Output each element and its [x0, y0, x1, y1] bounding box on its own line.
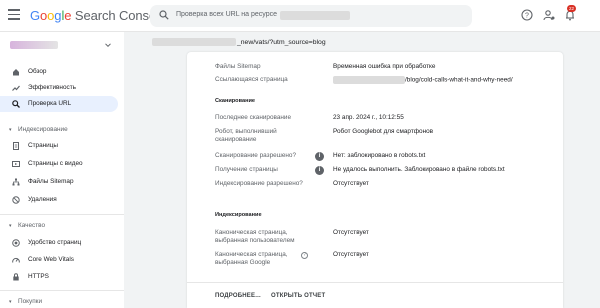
section-title-crawl: Сканирование — [215, 98, 256, 104]
sidebar-item-https[interactable]: HTTPS — [0, 269, 118, 285]
open-report-button[interactable]: ОТКРЫТЬ ОТЧЕТ — [271, 293, 325, 299]
sidebar-item-video-pages[interactable]: Страницы с видео — [0, 156, 118, 172]
redacted-domain — [333, 76, 405, 84]
sidebar: Обзор Эффективность Проверка URL ▾ Индек… — [0, 32, 124, 308]
help-icon[interactable]: ? — [301, 252, 308, 259]
inspection-details-panel: Файлы Sitemap Временная ошибка при обраб… — [187, 52, 563, 308]
lock-icon — [13, 273, 19, 281]
inspected-url: _new/vats/?utm_source=blog — [152, 38, 326, 46]
sitemap-icon — [12, 178, 20, 186]
chevron-down-icon: ▾ — [9, 127, 12, 133]
chevron-down-icon: ▾ — [9, 299, 12, 305]
divider — [0, 214, 124, 215]
chevron-down-icon — [105, 43, 111, 48]
sidebar-item-core-web-vitals[interactable]: Core Web Vitals — [0, 252, 118, 268]
property-selector[interactable] — [10, 40, 111, 50]
url-inspection-search[interactable]: Проверка всех URL на ресурсе — [150, 5, 472, 27]
section-title-indexing: Индексирование — [215, 212, 262, 218]
redacted-domain — [152, 38, 236, 46]
divider — [0, 290, 124, 291]
product-logo[interactable]: Google Search Console — [30, 8, 166, 23]
sidebar-item-removals[interactable]: Удаления — [0, 192, 118, 208]
video-pages-icon — [12, 161, 20, 167]
sidebar-item-page-experience[interactable]: Удобство страниц — [0, 235, 118, 251]
redacted-property — [280, 11, 350, 20]
info-icon[interactable]: i — [315, 166, 324, 175]
trending-icon — [12, 85, 20, 91]
help-icon[interactable]: ? — [521, 9, 533, 21]
sidebar-item-performance[interactable]: Эффективность — [0, 80, 118, 96]
learn-more-button[interactable]: ПОДРОБНЕЕ... — [215, 293, 261, 299]
section-indexing[interactable]: ▾ Индексирование — [0, 124, 118, 136]
section-shopping[interactable]: ▾ Покупки — [0, 296, 118, 308]
top-app-bar: Google Search Console Проверка всех URL … — [0, 0, 600, 32]
redacted-property-name — [10, 41, 58, 49]
speed-icon — [12, 257, 20, 263]
sidebar-item-url-inspection[interactable]: Проверка URL — [0, 96, 118, 112]
notification-badge: 22 — [567, 5, 576, 12]
page-experience-icon — [12, 239, 20, 247]
menu-icon[interactable] — [8, 9, 20, 21]
home-icon — [13, 69, 19, 76]
sidebar-item-pages[interactable]: Страницы — [0, 138, 118, 154]
manage-users-icon[interactable] — [543, 9, 555, 21]
referring-page-link[interactable]: /blog/cold-calls-what-it-and-why-need/ — [333, 76, 513, 85]
pages-icon — [13, 142, 19, 150]
svg-text:?: ? — [525, 13, 529, 20]
search-icon — [159, 10, 169, 20]
info-icon[interactable]: i — [315, 152, 324, 161]
section-quality[interactable]: ▾ Качество — [0, 220, 118, 232]
sidebar-item-overview[interactable]: Обзор — [0, 64, 118, 80]
chevron-down-icon: ▾ — [9, 223, 12, 229]
search-input[interactable]: Проверка всех URL на ресурсе — [176, 11, 277, 18]
panel-footer: ПОДРОБНЕЕ... ОТКРЫТЬ ОТЧЕТ — [187, 282, 563, 308]
sidebar-item-sitemaps[interactable]: Файлы Sitemap — [0, 174, 118, 190]
search-icon — [12, 100, 20, 108]
removals-icon — [12, 196, 20, 204]
